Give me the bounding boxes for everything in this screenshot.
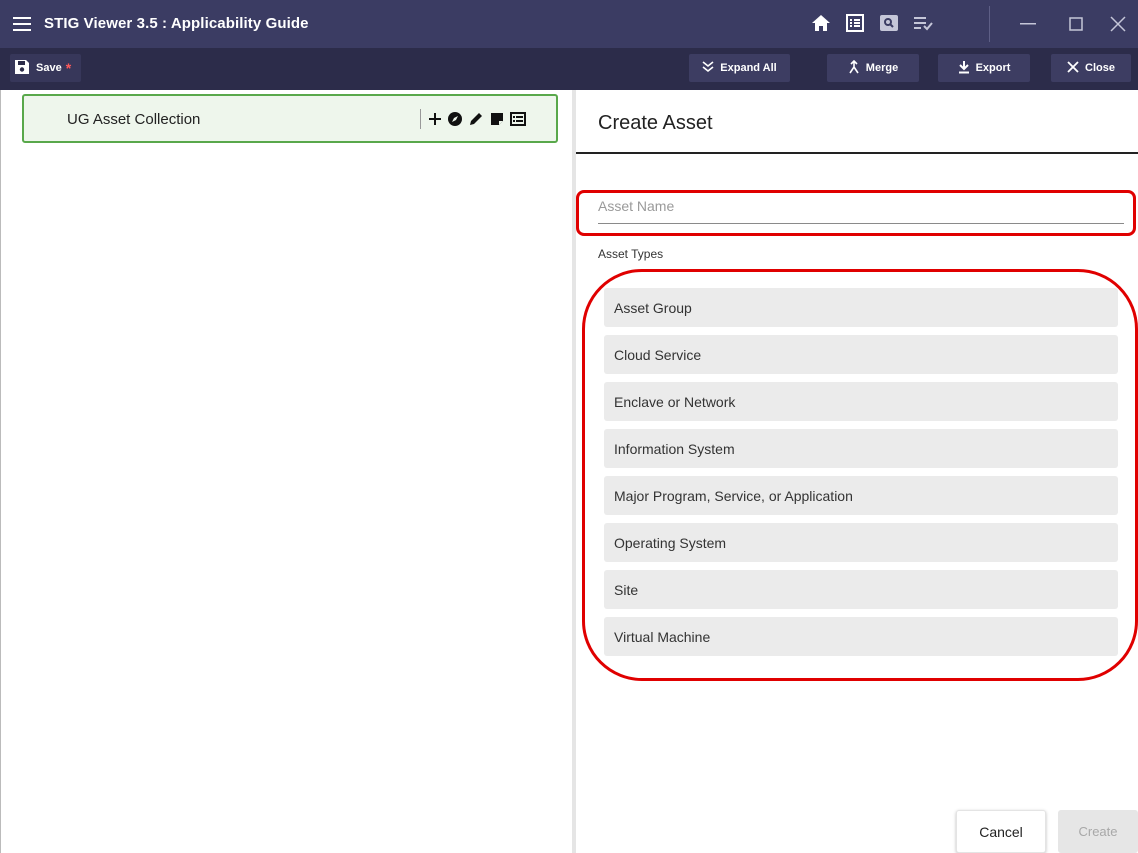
merge-button[interactable]: Merge <box>827 54 919 82</box>
collection-label: UG Asset Collection <box>67 111 201 128</box>
export-button[interactable]: Export <box>938 54 1030 82</box>
asset-type-option[interactable]: Asset Group <box>604 288 1118 327</box>
download-icon <box>958 60 970 77</box>
search-view-icon[interactable] <box>876 10 902 36</box>
menu-icon[interactable] <box>12 14 32 34</box>
save-icon <box>14 59 30 78</box>
add-icon[interactable] <box>425 108 445 130</box>
asset-type-option[interactable]: Major Program, Service, or Application <box>604 476 1118 515</box>
asset-type-option[interactable]: Virtual Machine <box>604 617 1118 656</box>
asset-types-list: Asset Group Cloud Service Enclave or Net… <box>604 288 1118 664</box>
home-icon[interactable] <box>808 10 834 36</box>
list-view-icon[interactable] <box>842 10 868 36</box>
asset-type-option[interactable]: Enclave or Network <box>604 382 1118 421</box>
asset-type-option[interactable]: Cloud Service <box>604 335 1118 374</box>
create-asset-panel: Create Asset Asset Types Asset Group Clo… <box>576 90 1138 853</box>
compass-icon[interactable] <box>445 108 465 130</box>
close-x-icon <box>1067 60 1079 76</box>
export-label: Export <box>975 62 1011 74</box>
title-divider <box>576 152 1138 154</box>
note-icon[interactable] <box>487 108 507 130</box>
app-title: STIG Viewer 3.5 : Applicability Guide <box>44 15 309 32</box>
titlebar-divider <box>989 6 990 42</box>
title-bar: STIG Viewer 3.5 : Applicability Guide <box>0 0 1138 48</box>
merge-icon <box>848 59 860 77</box>
action-divider <box>420 109 421 129</box>
panel-title: Create Asset <box>598 112 713 134</box>
close-icon[interactable] <box>1098 8 1138 40</box>
merge-label: Merge <box>865 62 899 74</box>
close-label: Close <box>1085 62 1115 74</box>
cancel-button[interactable]: Cancel <box>956 810 1046 853</box>
toolbar: Save * Expand All Merge Export Close <box>0 48 1138 90</box>
save-label: Save <box>36 62 62 74</box>
asset-type-option[interactable]: Information System <box>604 429 1118 468</box>
edit-icon[interactable] <box>466 108 486 130</box>
list-icon[interactable] <box>508 108 528 130</box>
maximize-icon[interactable] <box>1056 8 1096 40</box>
unsaved-indicator: * <box>65 60 72 76</box>
asset-collection-node[interactable]: UG Asset Collection <box>22 94 558 143</box>
close-button[interactable]: Close <box>1051 54 1131 82</box>
double-chevron-down-icon <box>702 60 714 76</box>
asset-types-label: Asset Types <box>598 247 664 261</box>
asset-tree-panel: UG Asset Collection <box>0 90 572 853</box>
asset-type-option[interactable]: Site <box>604 570 1118 609</box>
asset-name-input[interactable] <box>598 192 1124 220</box>
asset-type-option[interactable]: Operating System <box>604 523 1118 562</box>
save-button[interactable]: Save * <box>10 54 82 82</box>
expand-all-label: Expand All <box>720 62 777 74</box>
checklist-icon[interactable] <box>910 10 936 36</box>
create-button[interactable]: Create <box>1058 810 1138 853</box>
minimize-icon[interactable] <box>1008 8 1048 40</box>
expand-all-button[interactable]: Expand All <box>689 54 790 82</box>
asset-name-field[interactable] <box>598 192 1124 224</box>
